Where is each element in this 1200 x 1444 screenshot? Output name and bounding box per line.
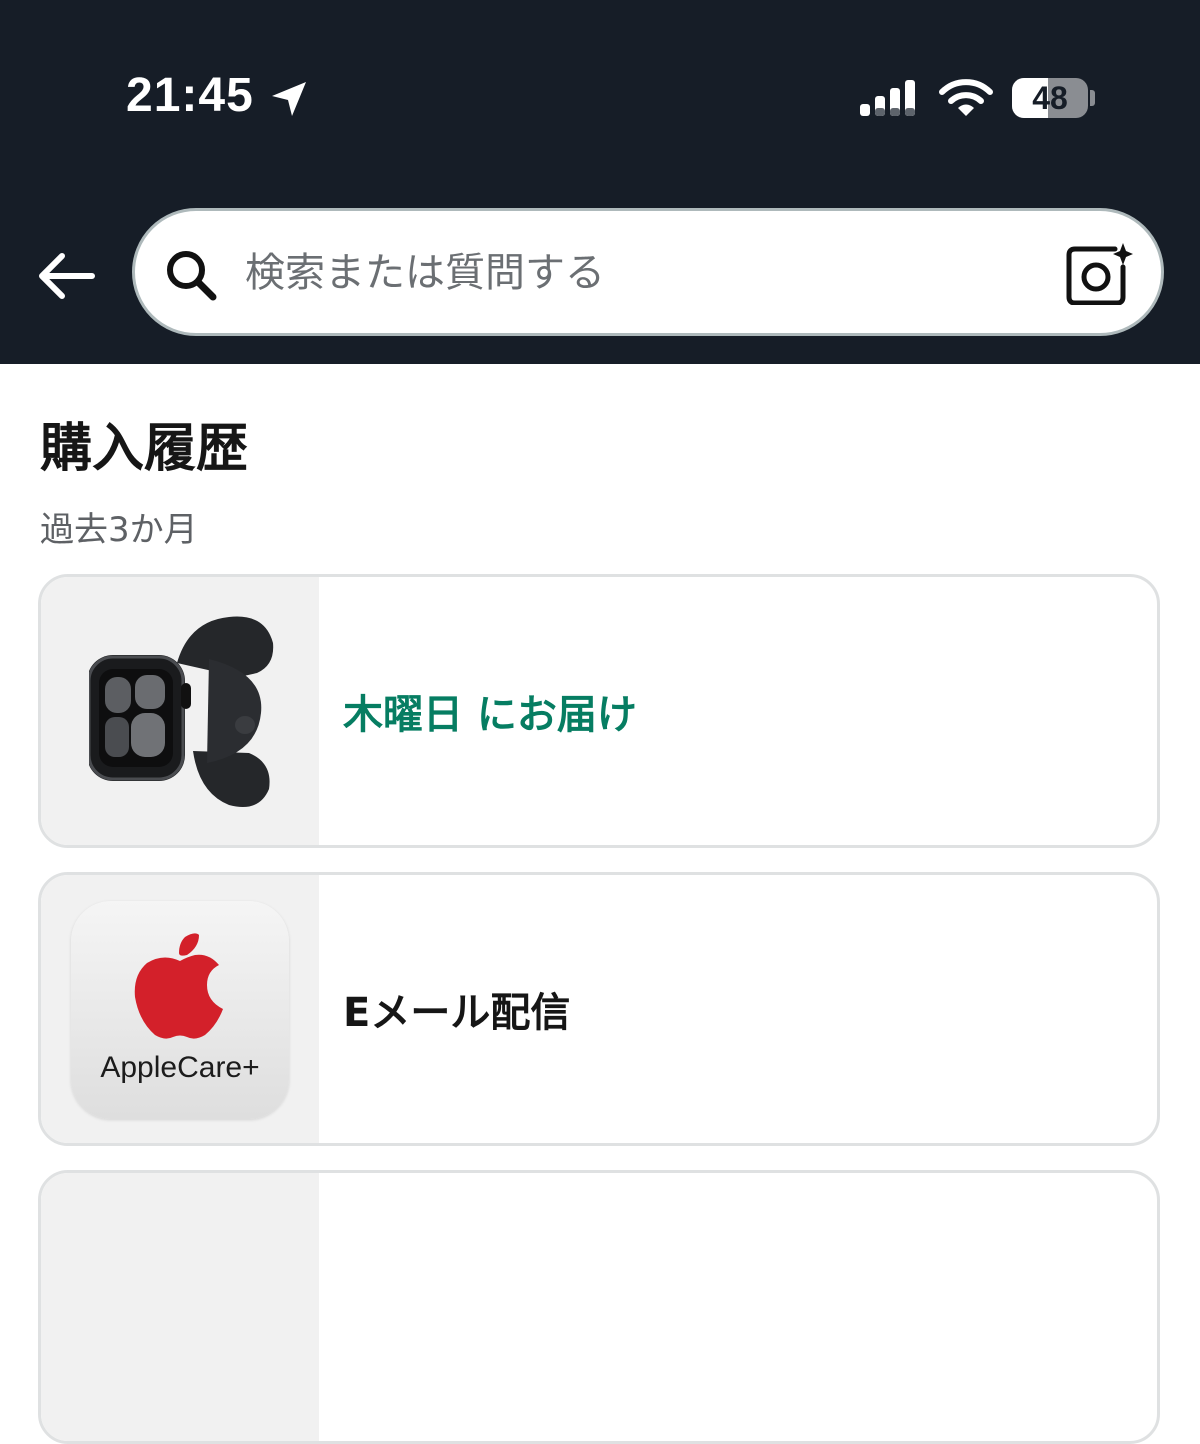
app-header: 21:45 48 — [0, 0, 1200, 364]
status-time: 21:45 — [126, 69, 254, 122]
battery-indicator: 48 — [1012, 78, 1088, 118]
location-arrow-icon — [272, 82, 306, 116]
battery-percent: 48 — [1032, 80, 1068, 116]
wifi-icon — [939, 79, 993, 116]
section-subtitle: 過去3か月 — [40, 510, 198, 550]
order-card-partial[interactable] — [38, 1170, 1160, 1444]
order-card-applecare[interactable]: AppleCare+ Eメール配信 — [38, 872, 1160, 1146]
search-icon — [167, 251, 217, 301]
order-thumbnail — [41, 1173, 319, 1441]
search-bar[interactable] — [132, 208, 1164, 336]
camera-lens-icon[interactable] — [1065, 241, 1135, 305]
delivery-status: Eメール配信 — [343, 990, 571, 1036]
applecare-logo: AppleCare+ — [71, 901, 289, 1119]
battery-tip — [1090, 90, 1095, 106]
order-thumbnail — [41, 577, 319, 845]
search-input[interactable] — [245, 241, 1045, 305]
page-title: 購入履歴 — [40, 419, 249, 479]
applecare-label: AppleCare+ — [100, 1051, 260, 1084]
back-arrow-button[interactable] — [34, 248, 98, 304]
order-thumbnail: AppleCare+ — [41, 875, 319, 1143]
apple-logo-icon — [134, 933, 223, 1039]
cellular-signal-icon — [860, 80, 915, 116]
apple-watch-image — [89, 616, 274, 807]
delivery-status: 木曜日 にお届け — [343, 692, 637, 738]
order-card-apple-watch[interactable]: 木曜日 にお届け — [38, 574, 1160, 848]
